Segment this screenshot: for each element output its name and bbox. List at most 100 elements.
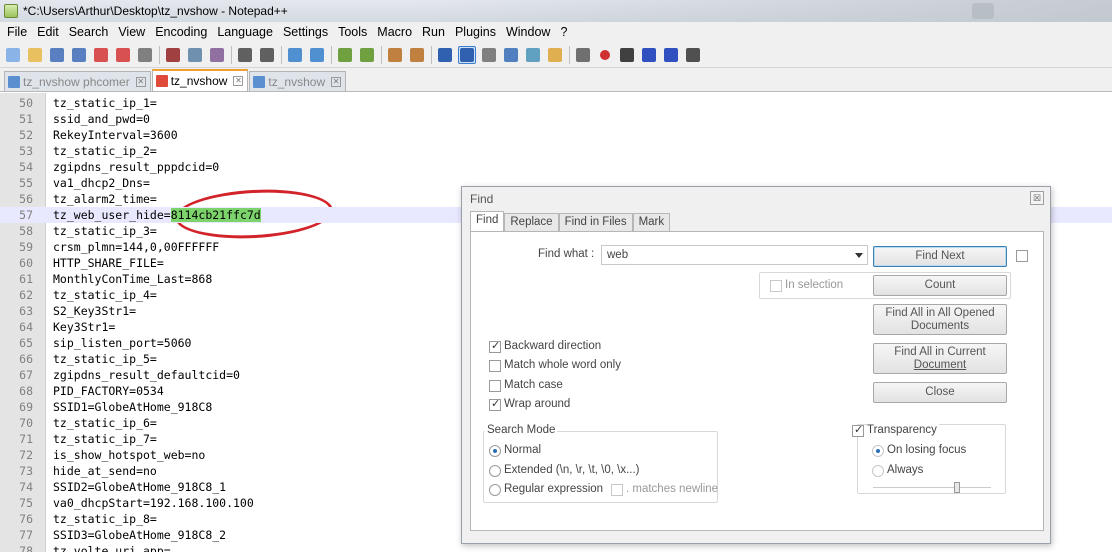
menu-plugins[interactable]: Plugins bbox=[450, 25, 501, 39]
menu-macro[interactable]: Macro bbox=[372, 25, 417, 39]
dialog-close-icon[interactable]: ☒ bbox=[1030, 191, 1044, 205]
editor-line[interactable]: 52 RekeyInterval=3600 bbox=[0, 127, 1112, 143]
indent-guide-button[interactable] bbox=[480, 46, 498, 64]
find-next-extra-checkbox[interactable] bbox=[1016, 250, 1028, 262]
close-all-button[interactable] bbox=[114, 46, 132, 64]
zoom-out-icon bbox=[360, 47, 374, 62]
sync-horizontal-icon bbox=[410, 47, 424, 62]
print-button[interactable] bbox=[136, 46, 154, 64]
copy-button[interactable] bbox=[186, 46, 204, 64]
match-case-checkbox[interactable] bbox=[489, 380, 501, 392]
menu-run[interactable]: Run bbox=[417, 25, 450, 39]
menu-edit[interactable]: Edit bbox=[32, 25, 64, 39]
line-text: ssid_and_pwd=0 bbox=[53, 112, 150, 126]
tab-find-in-files[interactable]: Find in Files bbox=[558, 213, 633, 232]
undo-button[interactable] bbox=[236, 46, 254, 64]
count-button[interactable]: Count bbox=[873, 275, 1007, 296]
always-radio[interactable] bbox=[872, 465, 884, 477]
line-text: tz_static_ip_1= bbox=[53, 96, 157, 110]
line-text: Key3Str1= bbox=[53, 320, 116, 334]
tab-close-icon[interactable]: ✕ bbox=[233, 76, 244, 86]
menu-search[interactable]: Search bbox=[64, 25, 114, 39]
toolbar-separator bbox=[231, 45, 232, 64]
zoom-out-button[interactable] bbox=[358, 46, 376, 64]
find-dialog: Find ☒ Find Replace Find in Files Mark F… bbox=[461, 186, 1051, 544]
line-number: 55 bbox=[19, 176, 33, 190]
normal-radio[interactable] bbox=[489, 445, 501, 457]
find-button[interactable] bbox=[286, 46, 304, 64]
line-text: tz_static_ip_6= bbox=[53, 416, 157, 430]
editor-line[interactable]: 50 tz_static_ip_1= bbox=[0, 95, 1112, 111]
menu-language[interactable]: Language bbox=[212, 25, 278, 39]
line-text: tz_static_ip_5= bbox=[53, 352, 157, 366]
tab-close-icon[interactable]: ✕ bbox=[135, 76, 146, 87]
on-losing-focus-label: On losing focus bbox=[887, 444, 967, 456]
redo-button[interactable] bbox=[258, 46, 276, 64]
replace-button[interactable] bbox=[308, 46, 326, 64]
window-control-ghost bbox=[972, 3, 994, 19]
sync-vertical-icon bbox=[388, 47, 402, 62]
open-file-button[interactable] bbox=[26, 46, 44, 64]
match-whole-word-checkbox[interactable] bbox=[489, 360, 501, 372]
tab-replace[interactable]: Replace bbox=[504, 213, 559, 232]
menu-view[interactable]: View bbox=[113, 25, 150, 39]
run-macro-multiple-button[interactable] bbox=[662, 46, 680, 64]
chevron-down-icon[interactable] bbox=[855, 253, 863, 258]
save-macro-button[interactable] bbox=[684, 46, 702, 64]
wrap-around-checkbox[interactable] bbox=[489, 397, 501, 411]
transparency-checkbox[interactable] bbox=[852, 423, 864, 437]
menu-settings[interactable]: Settings bbox=[278, 25, 333, 39]
editor-line[interactable]: 51 ssid_and_pwd=0 bbox=[0, 111, 1112, 127]
line-text: crsm_plmn=144,0,00FFFFFF bbox=[53, 240, 220, 254]
show-all-chars-button[interactable] bbox=[458, 45, 476, 64]
paste-button[interactable] bbox=[208, 46, 226, 64]
tab-tz-nvshow[interactable]: tz_nvshow ✕ bbox=[249, 71, 347, 91]
close-icon bbox=[94, 47, 108, 62]
editor-line[interactable]: 78 tz_volte_uri_app= bbox=[0, 543, 1112, 552]
tab-mark[interactable]: Mark bbox=[632, 213, 671, 232]
tab-close-icon[interactable]: ✕ bbox=[331, 76, 342, 87]
sync-horizontal-button[interactable] bbox=[408, 46, 426, 64]
function-list-button[interactable] bbox=[524, 46, 542, 64]
tab-find[interactable]: Find bbox=[470, 211, 505, 232]
sync-vertical-button[interactable] bbox=[386, 46, 404, 64]
tab-tz-nvshow-phcomer[interactable]: tz_nvshow phcomer ✕ bbox=[4, 71, 151, 91]
monitoring-button[interactable] bbox=[574, 46, 592, 64]
toolbar bbox=[0, 42, 1112, 68]
menu-file[interactable]: File bbox=[2, 25, 32, 39]
editor-line[interactable]: 54 zgipdns_result_pppdcid=0 bbox=[0, 159, 1112, 175]
backward-direction-checkbox[interactable] bbox=[489, 339, 501, 353]
transparency-slider-track[interactable] bbox=[873, 487, 991, 489]
menu-help[interactable]: ? bbox=[555, 25, 572, 39]
close-button[interactable]: Close bbox=[873, 382, 1007, 403]
extended-radio[interactable] bbox=[489, 465, 501, 477]
matches-newline-checkbox[interactable] bbox=[611, 484, 623, 496]
find-what-combobox[interactable]: web bbox=[601, 245, 868, 265]
zoom-in-button[interactable] bbox=[336, 46, 354, 64]
on-losing-focus-radio[interactable] bbox=[872, 445, 884, 457]
tab-tz-nvshow-active[interactable]: tz_nvshow ✕ bbox=[151, 69, 249, 91]
find-next-button[interactable]: Find Next bbox=[873, 246, 1007, 267]
record-macro-button[interactable] bbox=[596, 46, 614, 64]
save-all-button[interactable] bbox=[70, 46, 88, 64]
close-button[interactable] bbox=[92, 46, 110, 64]
wrap-button[interactable] bbox=[436, 46, 454, 64]
editor-line[interactable]: 53 tz_static_ip_2= bbox=[0, 143, 1112, 159]
menu-encoding[interactable]: Encoding bbox=[150, 25, 212, 39]
find-all-opened-button[interactable]: Find All in All Opened Documents bbox=[873, 304, 1007, 335]
save-button[interactable] bbox=[48, 46, 66, 64]
transparency-slider-thumb[interactable] bbox=[954, 482, 960, 493]
folder-workspace-button[interactable] bbox=[546, 46, 564, 64]
menu-window[interactable]: Window bbox=[501, 25, 555, 39]
stop-macro-button[interactable] bbox=[618, 46, 636, 64]
play-macro-button[interactable] bbox=[640, 46, 658, 64]
find-all-current-button[interactable]: Find All in Current Document bbox=[873, 343, 1007, 374]
new-file-button[interactable] bbox=[4, 46, 22, 64]
doc-map-button[interactable] bbox=[502, 46, 520, 64]
stop-macro-icon bbox=[620, 47, 634, 62]
regex-radio[interactable] bbox=[489, 484, 501, 496]
find-all-current-line1: Find All in Current bbox=[894, 345, 986, 358]
cut-button[interactable] bbox=[164, 46, 182, 64]
in-selection-checkbox[interactable] bbox=[770, 280, 782, 292]
menu-tools[interactable]: Tools bbox=[333, 25, 372, 39]
